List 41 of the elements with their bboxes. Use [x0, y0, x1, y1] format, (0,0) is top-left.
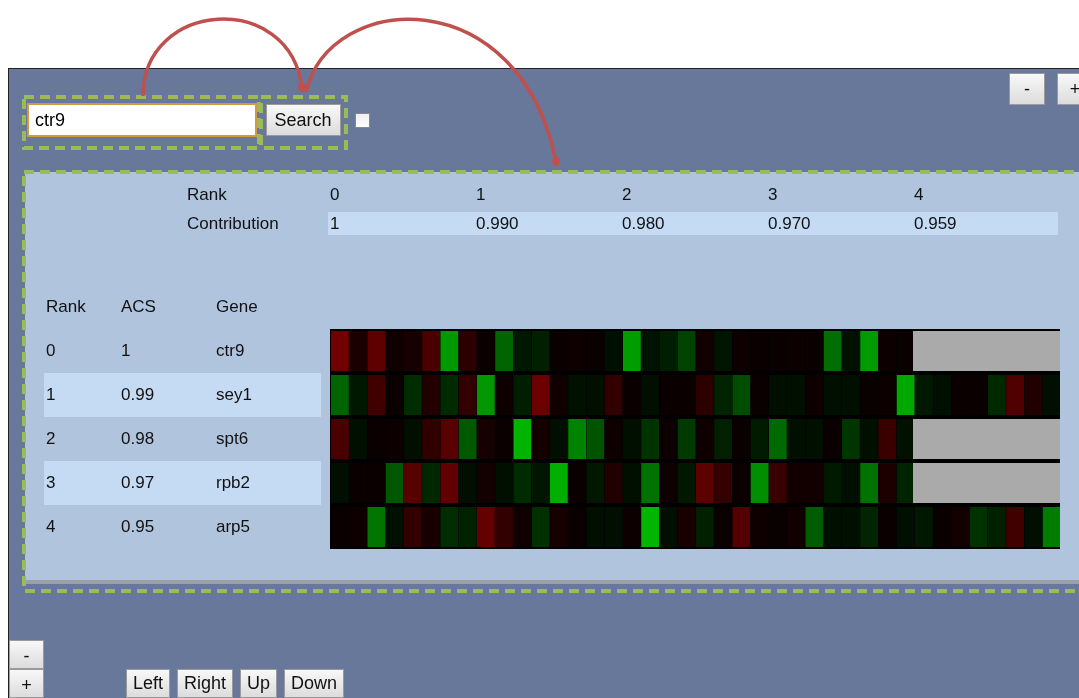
rank-label: 0	[329, 184, 341, 206]
table-cell-text: spt6	[216, 428, 250, 451]
column-header: Rank	[45, 296, 87, 318]
zoom-button[interactable]: -	[9, 640, 44, 669]
table-cell-text: 2	[45, 428, 57, 451]
column-header: ACS	[121, 296, 157, 318]
contribution-value: 0.990	[474, 212, 620, 235]
table-cell-text: 0.98	[121, 428, 156, 451]
table-cell-text: 4	[45, 516, 57, 539]
column-header: Gene	[216, 296, 259, 318]
table-cell-text: 0.97	[121, 472, 156, 495]
table-cell-text: 1	[121, 340, 132, 363]
contribution-value: 0.959	[912, 212, 1058, 235]
table-cell-text: sey1	[216, 384, 253, 407]
row-label: Contribution	[186, 213, 280, 235]
table-cell-text: 1	[45, 384, 57, 407]
table-cell-text: rpb2	[216, 472, 252, 495]
search-field[interactable]: ctr9	[27, 103, 257, 137]
table-cell-text: 3	[45, 472, 57, 495]
contribution-value: 0.980	[620, 212, 766, 235]
search-button[interactable]: Search	[265, 104, 341, 136]
zoom-button[interactable]: +	[9, 669, 44, 698]
table-cell-text: 0.99	[121, 384, 156, 407]
zoom-button[interactable]: +	[1057, 73, 1079, 105]
contribution-value: 0.970	[766, 212, 912, 235]
checkbox[interactable]	[354, 112, 370, 128]
table-cell-text: 0.95	[121, 516, 156, 539]
pan-button[interactable]: Right	[177, 669, 234, 698]
zoom-button[interactable]: -	[1009, 73, 1045, 105]
table-cell-text: ctr9	[216, 340, 246, 363]
pan-button[interactable]: Down	[284, 669, 345, 698]
rank-label: 1	[475, 184, 487, 206]
contribution-value: 1	[328, 212, 474, 235]
rank-label: 3	[767, 184, 779, 206]
table-cell-text: arp5	[216, 516, 252, 539]
rank-label: 4	[913, 184, 925, 206]
rank-label: 2	[621, 184, 633, 206]
table-cell-text: 0	[45, 340, 57, 363]
row-label: Rank	[186, 184, 228, 206]
pan-button[interactable]: Left	[126, 669, 171, 698]
pan-button[interactable]: Up	[240, 669, 278, 698]
